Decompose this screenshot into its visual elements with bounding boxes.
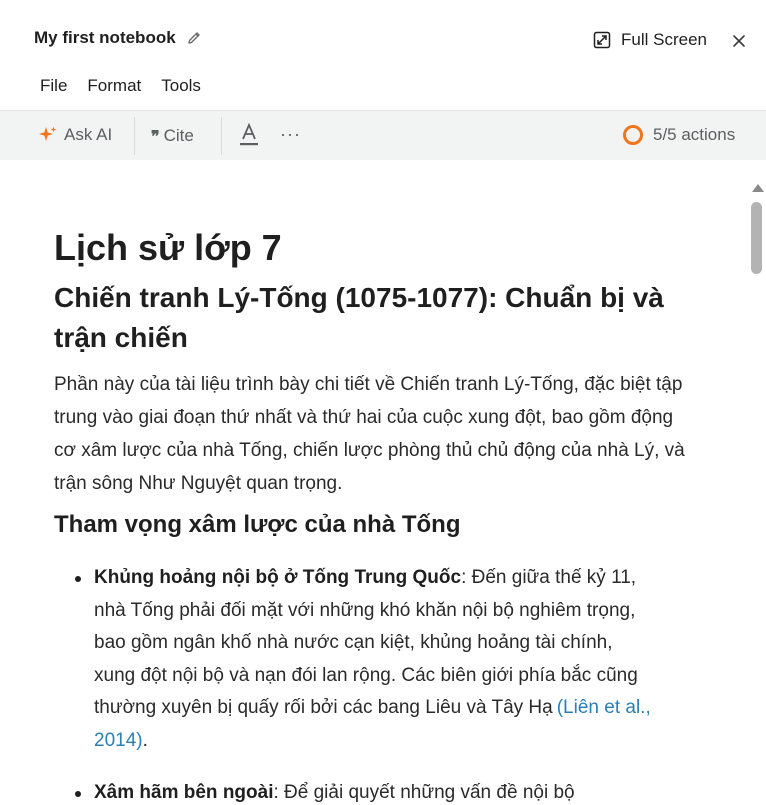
progress-ring-icon [623,125,643,145]
toolbar-divider [134,117,135,155]
toolbar-divider [221,117,222,155]
list-item: Khủng hoảng nội bộ ở Tống Trung Quốc: Đế… [75,562,654,757]
actions-counter: 5/5 actions [623,125,735,145]
close-icon[interactable] [731,33,747,49]
title-row: My first notebook [34,28,202,48]
more-options-icon[interactable]: ··· [280,124,301,145]
actions-label: 5/5 actions [653,125,736,144]
document-body: Lịch sử lớp 7 Chiến tranh Lý-Tống (1075-… [54,226,694,805]
bullet-end: . [142,729,148,751]
bullet-bold-term: Xâm hãm bên ngoài [94,782,274,803]
full-screen-label: Full Screen [621,30,707,49]
document-area: Lịch sử lớp 7 Chiến tranh Lý-Tống (1075-… [0,160,748,805]
quote-icon: ❞ [151,126,160,146]
vertical-scrollbar[interactable] [748,160,766,805]
sparkle-icon [38,125,58,145]
bullet-text: : Đến giữa thế kỷ 11, nhà Tống phải đối … [94,567,638,718]
expand-icon [593,31,611,49]
menu-tools[interactable]: Tools [161,76,201,96]
ask-ai-button[interactable]: Ask AI [38,125,112,145]
ask-ai-label: Ask AI [64,125,113,144]
notebook-title[interactable]: My first notebook [34,28,176,48]
scroll-thumb[interactable] [751,202,762,274]
scroll-up-arrow-icon[interactable] [752,184,764,192]
notebook-header: My first notebook Full Screen File Forma… [0,0,766,110]
full-screen-button[interactable]: Full Screen [593,30,707,50]
font-color-icon[interactable] [240,122,258,147]
cite-label: Cite [163,126,194,145]
doc-heading-1: Lịch sử lớp 7 [54,227,282,268]
bullet-text: : Để giải quyết những vấn đề nội bộ [273,782,575,803]
bullet-list: Khủng hoảng nội bộ ở Tống Trung Quốc: Đế… [54,562,694,805]
doc-heading-3: Tham vọng xâm lược của nhà Tống [54,511,461,538]
editor-toolbar: Ask AI ❞ Cite ··· 5/5 actions [0,110,766,160]
cite-button[interactable]: ❞ Cite [151,126,194,146]
list-item: Xâm hãm bên ngoài: Để giải quyết những v… [75,777,654,805]
doc-heading-2: Chiến tranh Lý-Tống (1075-1077): Chuẩn b… [54,282,664,353]
menu-file[interactable]: File [40,76,67,96]
menu-bar: File Format Tools [40,76,221,96]
bullet-bold-term: Khủng hoảng nội bộ ở Tống Trung Quốc [94,567,462,588]
doc-intro-paragraph: Phần này của tài liệu trình bày chi tiết… [54,374,685,494]
edit-pencil-icon[interactable] [186,30,202,46]
menu-format[interactable]: Format [87,76,141,96]
